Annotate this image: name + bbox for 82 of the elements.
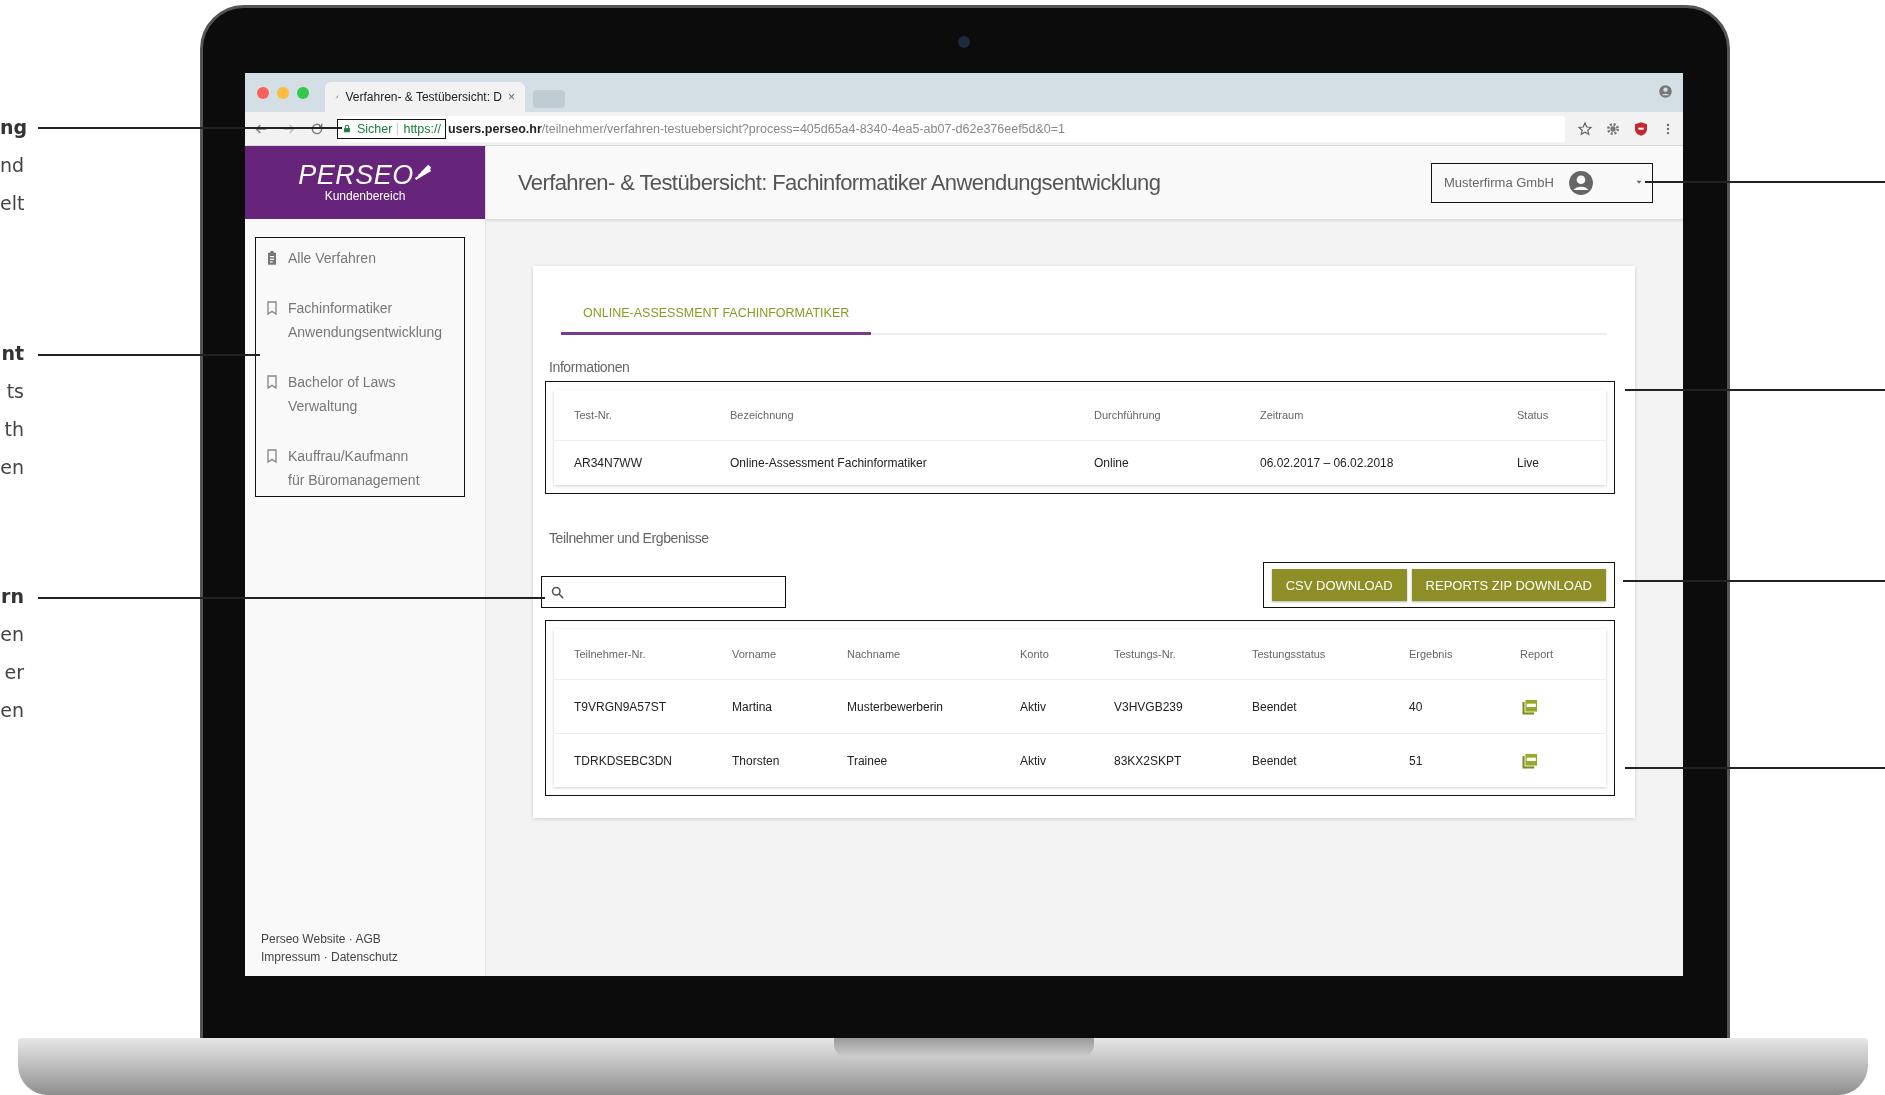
download-button[interactable]: REPORTS ZIP DOWNLOAD bbox=[1411, 569, 1606, 601]
column-header: Konto bbox=[1020, 647, 1050, 662]
lock-icon bbox=[342, 123, 352, 134]
profile-icon bbox=[1658, 84, 1673, 99]
column-header: Zeitraum bbox=[1260, 408, 1305, 423]
column-header: Ergebnis bbox=[1409, 647, 1454, 662]
footer-link[interactable]: Datenschutz bbox=[331, 950, 398, 964]
search-icon bbox=[550, 584, 565, 600]
annotation-text: nd bbox=[0, 153, 24, 178]
footer-link[interactable]: Perseo Website bbox=[261, 932, 346, 946]
browser-tab[interactable]: Verfahren- & Testübersicht: D × bbox=[325, 82, 525, 112]
bookmark-icon bbox=[264, 300, 280, 316]
table-cell-text: Beendet bbox=[1252, 752, 1298, 770]
table-cell-text: Martina bbox=[732, 698, 773, 716]
annotation-text: nt bbox=[0, 341, 24, 366]
table-cell-text: Trainee bbox=[847, 752, 889, 770]
download-button[interactable]: CSV DOWNLOAD bbox=[1271, 569, 1407, 601]
column-header: Test-Nr. bbox=[574, 408, 613, 423]
column-header: Testungs-Nr. bbox=[1114, 647, 1177, 662]
pdf-icon[interactable] bbox=[1520, 750, 1540, 771]
gear-icon[interactable] bbox=[1605, 120, 1621, 137]
table-cell-text: V3HVGB239 bbox=[1114, 698, 1184, 716]
column-header: Status bbox=[1517, 408, 1550, 423]
shield-icon[interactable] bbox=[1633, 120, 1649, 137]
table-cell-text: Beendet bbox=[1252, 698, 1298, 716]
close-dot[interactable] bbox=[257, 86, 269, 99]
table-cell-text: Thorsten bbox=[732, 752, 781, 770]
footer-link[interactable]: AGB bbox=[355, 932, 381, 946]
annotation-text: ts bbox=[5, 379, 24, 404]
bookmark-icon bbox=[264, 374, 280, 390]
table-cell-text: TDRKDSEBC3DN bbox=[574, 752, 673, 770]
column-header: Durchführung bbox=[1094, 408, 1162, 423]
table-cell-text: Online-Assessment Fachinformatiker bbox=[730, 455, 928, 472]
pdf-icon[interactable] bbox=[1520, 696, 1540, 717]
account-icon bbox=[1567, 169, 1594, 196]
table-cell-text: Musterbewerberin bbox=[847, 698, 945, 716]
table-cell-text: 40 bbox=[1409, 698, 1424, 716]
column-header: Teilnehmer-Nr. bbox=[574, 647, 647, 662]
table-cell-text: T9VRGN9A57ST bbox=[574, 698, 668, 716]
table-cell-text: Online bbox=[1094, 455, 1130, 472]
annotation-text: en bbox=[0, 622, 24, 647]
column-header: Testungsstatus bbox=[1252, 647, 1327, 662]
url-field[interactable]: Sicher https:// users.perseo.hr/teilnehmer/verfahren-testuebersicht?process=405d65a4-8340-4ea5-ab07-d62e376eef5d&0=1 bbox=[337, 115, 1565, 142]
tab[interactable]: ONLINE-ASSESSMENT FACHINFORMATIKER bbox=[561, 296, 872, 335]
annotation-text: er bbox=[3, 660, 24, 685]
table-cell-text: Aktiv bbox=[1020, 752, 1047, 770]
sidebar-item[interactable]: Alle Verfahren bbox=[288, 246, 376, 270]
table-cell-text: Aktiv bbox=[1020, 698, 1047, 716]
table-cell-text: 51 bbox=[1409, 752, 1424, 770]
annotation-text: en bbox=[0, 455, 24, 480]
tab-title: Verfahren- & Testübersicht: D bbox=[345, 90, 502, 104]
table-cell-text: Live bbox=[1517, 455, 1540, 472]
maximize-dot[interactable] bbox=[297, 86, 309, 99]
account-menu[interactable]: Musterfirma GmbH bbox=[1431, 162, 1653, 203]
annotation-text: elt bbox=[0, 191, 24, 216]
table-cell-text: 06.02.2017 – 06.02.2018 bbox=[1260, 455, 1395, 472]
logo[interactable]: PERSEO Kundenbereich bbox=[245, 146, 485, 219]
bookmark-icon bbox=[264, 448, 280, 464]
tab-close[interactable]: × bbox=[508, 90, 515, 104]
table-cell-text: AR34N7WW bbox=[574, 455, 643, 472]
sidebar-item[interactable]: Fachinformatiker Anwendungsentwicklung bbox=[288, 296, 443, 344]
separator: · bbox=[322, 950, 329, 964]
star-icon[interactable] bbox=[1577, 120, 1593, 137]
sidebar-item[interactable]: Kauffrau/Kaufmann für Büromanagement bbox=[288, 444, 420, 492]
column-header: Report bbox=[1520, 647, 1555, 662]
separator: · bbox=[347, 932, 354, 946]
column-header: Vorname bbox=[732, 647, 778, 662]
annotation-text: en bbox=[0, 698, 24, 723]
table-cell-text: 83KX2SKPT bbox=[1114, 752, 1183, 770]
secure-indicator: Sicher https:// bbox=[337, 118, 446, 139]
minimize-dot[interactable] bbox=[277, 86, 289, 99]
annotation-text: th bbox=[3, 417, 24, 442]
section-heading: Informationen bbox=[549, 359, 631, 375]
section-heading: Teilnehmer und Ergbenisse bbox=[549, 530, 710, 546]
page-title: Verfahren- & Testübersicht: Fachinformatiker Anwendungsentwicklung bbox=[518, 169, 1161, 196]
column-header: Bezeichnung bbox=[730, 408, 795, 423]
sidebar-item[interactable]: Bachelor of Laws Verwaltung bbox=[288, 370, 396, 418]
footer-link[interactable]: Impressum bbox=[261, 950, 321, 964]
annotation-text: rn bbox=[0, 584, 24, 609]
search-field[interactable] bbox=[541, 576, 786, 608]
annotation-text: ng bbox=[0, 115, 24, 140]
column-header: Nachname bbox=[847, 647, 902, 662]
